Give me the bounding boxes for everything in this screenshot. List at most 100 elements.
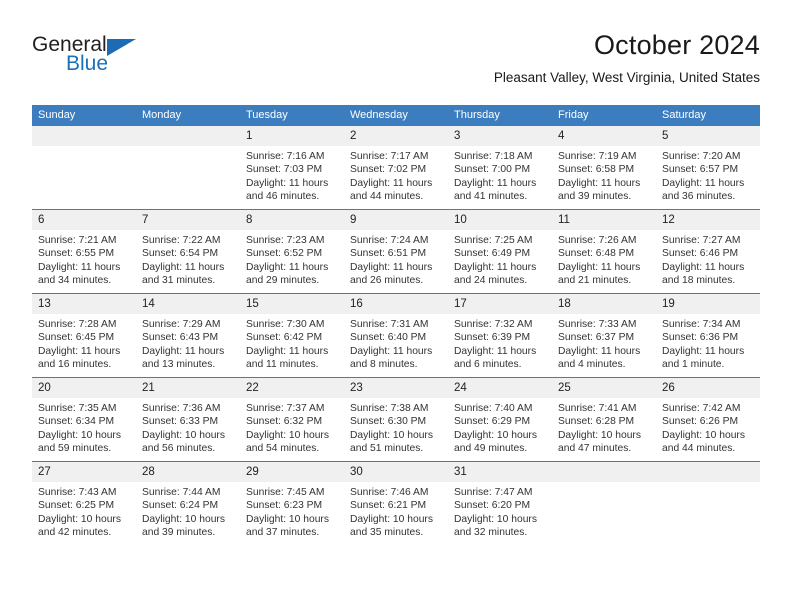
sunset-text: Sunset: 6:36 PM [662,332,739,344]
day-number: 7 [136,210,240,230]
day-details [552,482,656,486]
day-cell[interactable]: 3 Sunrise: 7:18 AM Sunset: 7:00 PM Daylight… [448,126,552,210]
day-number: 5 [656,126,760,146]
day-details: Sunrise: 7:22 AM Sunset: 6:54 PM Daylight:… [136,230,240,287]
sunset-text: Sunset: 6:48 PM [558,248,635,260]
sunset-text: Sunset: 6:25 PM [38,500,115,512]
day-cell[interactable]: 25 Sunrise: 7:41 AM Sunset: 6:28 PM Dayligh… [552,377,656,462]
daylight-text-line2: and 42 minutes. [38,526,112,538]
daylight-text-line1: Daylight: 10 hours [142,513,225,525]
day-cell[interactable]: 5 Sunrise: 7:20 AM Sunset: 6:57 PM Daylight… [656,126,760,210]
day-cell[interactable]: 11 Sunrise: 7:26 AM Sunset: 6:48 PM Dayligh… [552,209,656,294]
day-cell[interactable]: 22 Sunrise: 7:37 AM Sunset: 6:32 PM Dayligh… [240,377,344,462]
day-number: 20 [32,378,136,398]
sunrise-text: Sunrise: 7:21 AM [38,235,117,246]
day-cell[interactable]: 8 Sunrise: 7:23 AM Sunset: 6:52 PM Daylight… [240,209,344,294]
daylight-text-line1: Daylight: 11 hours [246,261,329,273]
daylight-text-line2: and 34 minutes. [38,274,112,286]
day-details: Sunrise: 7:46 AM Sunset: 6:21 PM Daylight:… [344,482,448,539]
sunset-text: Sunset: 6:39 PM [454,332,531,344]
day-details: Sunrise: 7:26 AM Sunset: 6:48 PM Daylight:… [552,230,656,287]
day-details: Sunrise: 7:19 AM Sunset: 6:58 PM Daylight:… [552,146,656,203]
sunset-text: Sunset: 7:03 PM [246,164,323,176]
daylight-text-line2: and 29 minutes. [246,274,320,286]
day-cell[interactable]: 16 Sunrise: 7:31 AM Sunset: 6:40 PM Dayligh… [344,293,448,378]
day-cell[interactable]: 27 Sunrise: 7:43 AM Sunset: 6:25 PM Dayligh… [32,461,136,545]
day-number: 25 [552,378,656,398]
day-cell[interactable]: 29 Sunrise: 7:45 AM Sunset: 6:23 PM Dayligh… [240,461,344,545]
sunset-text: Sunset: 6:20 PM [454,500,531,512]
sunrise-text: Sunrise: 7:17 AM [350,151,429,162]
day-details: Sunrise: 7:21 AM Sunset: 6:55 PM Daylight:… [32,230,136,287]
day-cell[interactable]: 17 Sunrise: 7:32 AM Sunset: 6:39 PM Dayligh… [448,293,552,378]
weekday-header-tuesday: Tuesday [240,105,344,126]
day-cell[interactable]: 6 Sunrise: 7:21 AM Sunset: 6:55 PM Daylight… [32,209,136,294]
daylight-text-line2: and 6 minutes. [454,358,522,370]
weekday-header-saturday: Saturday [656,105,760,126]
weekday-header-thursday: Thursday [448,105,552,126]
day-cell[interactable]: 9 Sunrise: 7:24 AM Sunset: 6:51 PM Daylight… [344,209,448,294]
sunset-text: Sunset: 6:32 PM [246,416,323,428]
day-cell-empty [136,126,240,210]
logo-text-blue: Blue [66,52,109,75]
day-cell[interactable]: 13 Sunrise: 7:28 AM Sunset: 6:45 PM Dayligh… [32,293,136,378]
day-cell[interactable]: 7 Sunrise: 7:22 AM Sunset: 6:54 PM Daylight… [136,209,240,294]
day-cell[interactable]: 2 Sunrise: 7:17 AM Sunset: 7:02 PM Daylight… [344,126,448,210]
sunset-text: Sunset: 6:51 PM [350,248,427,260]
sunrise-text: Sunrise: 7:29 AM [142,319,221,330]
sunset-text: Sunset: 6:29 PM [454,416,531,428]
day-cell[interactable]: 18 Sunrise: 7:33 AM Sunset: 6:37 PM Dayligh… [552,293,656,378]
sunset-text: Sunset: 6:45 PM [38,332,115,344]
sunrise-text: Sunrise: 7:30 AM [246,319,325,330]
day-cell[interactable]: 1 Sunrise: 7:16 AM Sunset: 7:03 PM Daylight… [240,126,344,210]
day-cell[interactable]: 26 Sunrise: 7:42 AM Sunset: 6:26 PM Dayligh… [656,377,760,462]
day-cell[interactable]: 20 Sunrise: 7:35 AM Sunset: 6:34 PM Dayligh… [32,377,136,462]
calendar-body: 1 Sunrise: 7:16 AM Sunset: 7:03 PM Daylight… [32,126,760,545]
sunrise-text: Sunrise: 7:28 AM [38,319,117,330]
calendar-week-row: 1 Sunrise: 7:16 AM Sunset: 7:03 PM Daylight… [32,126,760,210]
daylight-text-line1: Daylight: 11 hours [246,177,329,189]
sunrise-text: Sunrise: 7:16 AM [246,151,325,162]
day-cell[interactable]: 19 Sunrise: 7:34 AM Sunset: 6:36 PM Dayligh… [656,293,760,378]
daylight-text-line1: Daylight: 11 hours [350,177,433,189]
day-details: Sunrise: 7:42 AM Sunset: 6:26 PM Daylight:… [656,398,760,455]
day-number: 10 [448,210,552,230]
day-cell[interactable]: 15 Sunrise: 7:30 AM Sunset: 6:42 PM Dayligh… [240,293,344,378]
day-details [656,482,760,486]
daylight-text-line1: Daylight: 11 hours [246,345,329,357]
sunset-text: Sunset: 6:23 PM [246,500,323,512]
day-cell[interactable]: 12 Sunrise: 7:27 AM Sunset: 6:46 PM Dayligh… [656,209,760,294]
sunrise-text: Sunrise: 7:18 AM [454,151,533,162]
day-cell[interactable]: 14 Sunrise: 7:29 AM Sunset: 6:43 PM Dayligh… [136,293,240,378]
daylight-text-line1: Daylight: 10 hours [454,429,537,441]
day-number: 18 [552,294,656,314]
sunset-text: Sunset: 6:37 PM [558,332,635,344]
daylight-text-line1: Daylight: 11 hours [662,261,745,273]
sunset-text: Sunset: 6:49 PM [454,248,531,260]
day-cell[interactable]: 21 Sunrise: 7:36 AM Sunset: 6:33 PM Dayligh… [136,377,240,462]
sunrise-text: Sunrise: 7:22 AM [142,235,221,246]
sunset-text: Sunset: 6:21 PM [350,500,427,512]
day-cell[interactable]: 24 Sunrise: 7:40 AM Sunset: 6:29 PM Dayligh… [448,377,552,462]
weekday-header-friday: Friday [552,105,656,126]
daylight-text-line1: Daylight: 10 hours [558,429,641,441]
day-cell[interactable]: 4 Sunrise: 7:19 AM Sunset: 6:58 PM Daylight… [552,126,656,210]
day-details: Sunrise: 7:40 AM Sunset: 6:29 PM Daylight:… [448,398,552,455]
daylight-text-line1: Daylight: 10 hours [454,513,537,525]
day-number: 29 [240,462,344,482]
day-cell[interactable]: 30 Sunrise: 7:46 AM Sunset: 6:21 PM Dayligh… [344,461,448,545]
sunrise-text: Sunrise: 7:42 AM [662,403,741,414]
day-number: 13 [32,294,136,314]
daylight-text-line1: Daylight: 10 hours [350,429,433,441]
generalblue-logo[interactable]: General Blue [32,34,232,86]
day-number: 31 [448,462,552,482]
day-cell[interactable]: 23 Sunrise: 7:38 AM Sunset: 6:30 PM Dayligh… [344,377,448,462]
daylight-text-line1: Daylight: 10 hours [38,429,121,441]
day-cell[interactable]: 10 Sunrise: 7:25 AM Sunset: 6:49 PM Dayligh… [448,209,552,294]
day-cell-empty [552,461,656,545]
day-cell[interactable]: 28 Sunrise: 7:44 AM Sunset: 6:24 PM Dayligh… [136,461,240,545]
day-cell[interactable]: 31 Sunrise: 7:47 AM Sunset: 6:20 PM Dayligh… [448,461,552,545]
daylight-text-line2: and 39 minutes. [558,190,632,202]
daylight-text-line1: Daylight: 11 hours [38,261,121,273]
calendar-week-row: 13 Sunrise: 7:28 AM Sunset: 6:45 PM Dayligh… [32,293,760,378]
